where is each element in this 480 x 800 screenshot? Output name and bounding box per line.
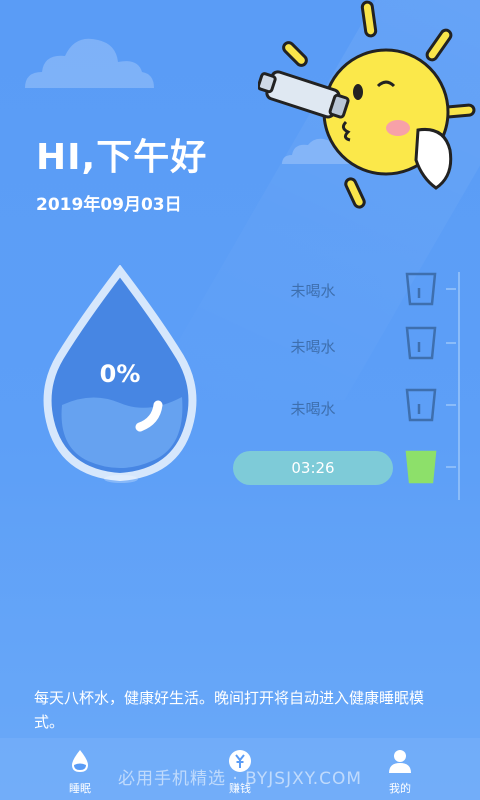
- empty-cup-icon: [405, 388, 437, 422]
- drink-percent: 0%: [99, 360, 141, 388]
- cup-row[interactable]: 未喝水: [0, 386, 480, 426]
- empty-cup-icon: [405, 272, 437, 306]
- full-cup-icon: [405, 450, 437, 484]
- countdown-timer-pill[interactable]: 03:26: [233, 451, 393, 485]
- drop-shadow: [104, 475, 138, 483]
- timeline-tick: [446, 404, 456, 406]
- health-tip-text: 每天八杯水，健康好生活。晚间打开将自动进入健康睡眠模式。: [34, 689, 425, 731]
- empty-cup-icon: [405, 326, 437, 360]
- cup-row[interactable]: 未喝水: [0, 270, 480, 310]
- watermark-text: 必用手机精选 · BYJSJXY.COM: [117, 769, 363, 789]
- date-label: 2019年09月03日: [36, 195, 182, 215]
- cup-row[interactable]: 未喝水: [0, 324, 480, 364]
- timeline-tick: [446, 466, 456, 468]
- cup-status-label: 未喝水: [290, 400, 336, 418]
- cup-status-label: 未喝水: [290, 282, 336, 300]
- timeline-tick: [446, 288, 456, 290]
- cup-status-label: 未喝水: [290, 338, 336, 356]
- cloud-icon: [25, 38, 154, 88]
- greeting-title: HI,下午好: [36, 137, 208, 178]
- timeline-tick: [446, 342, 456, 344]
- sun-mascot-drinking-icon: [258, 0, 476, 209]
